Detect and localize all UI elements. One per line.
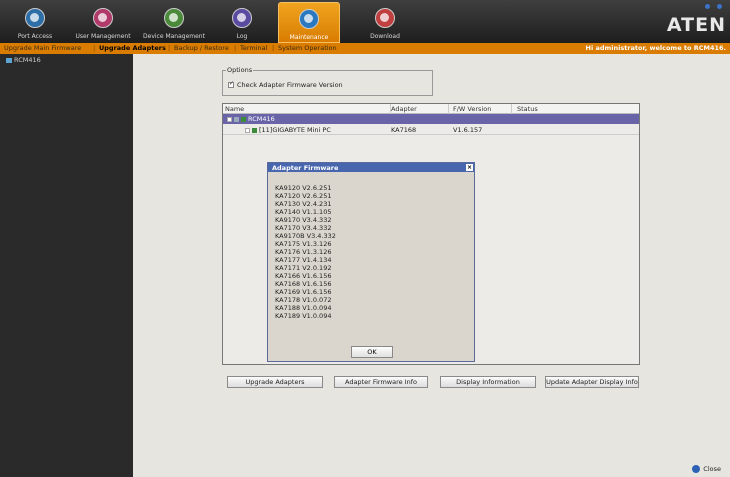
submenu-upgrade-adapters[interactable]: Upgrade Adapters: [99, 44, 166, 52]
dialog-close-icon[interactable]: ×: [466, 164, 473, 171]
nav-label: Download: [370, 33, 400, 40]
nav-log[interactable]: Log: [228, 2, 256, 42]
upgrade-adapters-button[interactable]: Upgrade Adapters: [227, 376, 323, 388]
update-adapter-display-info-button[interactable]: Update Adapter Display Info: [545, 376, 639, 388]
close-icon: [692, 465, 701, 473]
cell-fw-version: V1.6.157: [453, 126, 483, 134]
sidebar: RCM416: [0, 54, 133, 477]
cell-name-text: [11]GIGABYTE Mini PC: [259, 126, 331, 134]
submenu-backup-restore[interactable]: Backup / Restore: [174, 44, 229, 52]
nav-label: User Management: [75, 33, 131, 40]
firmware-item: KA7188 V1.0.094: [275, 304, 332, 312]
submenu-upgrade-main-firmware[interactable]: Upgrade Main Firmware: [4, 44, 81, 52]
window-close-icon[interactable]: [717, 4, 722, 9]
root-row-name: RCM416: [227, 115, 275, 123]
firmware-item: KA7178 V1.0.072: [275, 296, 332, 304]
firmware-item: KA7171 V2.0.192: [275, 264, 332, 272]
checkbox-icon[interactable]: [234, 116, 239, 122]
check-firmware-checkbox[interactable]: Check Adapter Firmware Version: [228, 80, 343, 89]
options-group: Options Check Adapter Firmware Version: [222, 66, 433, 96]
nav-label: Device Management: [143, 33, 205, 40]
device-tree-icon: [6, 57, 12, 63]
column-divider: [448, 104, 449, 114]
nav-label: Port Access: [17, 33, 53, 40]
root-row-label: RCM416: [248, 115, 275, 123]
firmware-item: KA9120 V2.6.251: [275, 184, 332, 192]
welcome-text: Hi administrator, welcome to RCM416.: [585, 44, 726, 52]
firmware-item: KA7166 V1.6.156: [275, 272, 332, 280]
firmware-item: KA7168 V1.6.156: [275, 280, 332, 288]
minimize-icon[interactable]: [705, 4, 710, 9]
dialog-title-bar: Adapter Firmware ×: [268, 163, 474, 172]
ok-button[interactable]: OK: [351, 346, 393, 358]
submenu-separator: |: [93, 44, 96, 52]
firmware-item: KA7176 V1.3.126: [275, 248, 332, 256]
firmware-item: KA9170B V3.4.332: [275, 232, 336, 240]
options-legend: Options: [226, 66, 254, 74]
column-header-status[interactable]: Status: [517, 105, 538, 113]
cell-adapter: KA7168: [391, 126, 417, 134]
sidebar-item-rcm416[interactable]: RCM416: [6, 56, 41, 64]
table-header: Name Adapter F/W Version Status: [223, 104, 639, 114]
device-management-icon: [164, 8, 184, 28]
table-row-root[interactable]: RCM416: [223, 114, 639, 124]
firmware-item: KA9170 V3.4.332: [275, 216, 332, 224]
sidebar-item-label: RCM416: [14, 56, 41, 64]
computer-icon: [252, 127, 257, 133]
device-icon: [241, 116, 246, 122]
firmware-item: KA7177 V1.4.134: [275, 256, 332, 264]
submenu-system-operation[interactable]: System Operation: [278, 44, 337, 52]
submenu-separator: |: [168, 44, 171, 52]
firmware-item: KA7140 V1.1.105: [275, 208, 332, 216]
display-information-button[interactable]: Display Information: [440, 376, 536, 388]
checkbox-label: Check Adapter Firmware Version: [237, 81, 343, 89]
firmware-item: KA7175 V1.3.126: [275, 240, 332, 248]
nav-label: Maintenance: [289, 34, 329, 41]
nav-device-management[interactable]: Device Management: [141, 2, 207, 42]
log-icon: [232, 8, 252, 28]
column-header-adapter[interactable]: Adapter: [391, 105, 417, 113]
table-row[interactable]: [11]GIGABYTE Mini PC KA7168 V1.6.157: [223, 124, 639, 135]
expand-icon[interactable]: [227, 116, 232, 122]
nav-download[interactable]: Download: [364, 2, 406, 42]
nav-user-management[interactable]: User Management: [72, 2, 134, 42]
firmware-item: KA7189 V1.0.094: [275, 312, 332, 320]
adapter-firmware-dialog: Adapter Firmware × KA9120 V2.6.251 KA712…: [267, 162, 475, 362]
adapter-firmware-info-button[interactable]: Adapter Firmware Info: [334, 376, 428, 388]
column-divider: [511, 104, 512, 114]
firmware-item: KA7170 V3.4.332: [275, 224, 332, 232]
nav-maintenance[interactable]: Maintenance: [278, 2, 340, 43]
user-management-icon: [93, 8, 113, 28]
top-nav-bar: Port Access User Management Device Manag…: [0, 0, 730, 43]
firmware-item: KA7130 V2.4.231: [275, 200, 332, 208]
submenu-separator: |: [272, 44, 275, 52]
sub-menu-bar: Upgrade Main Firmware | Upgrade Adapters…: [0, 43, 730, 54]
checkbox-box[interactable]: [228, 80, 234, 88]
firmware-list: KA9120 V2.6.251 KA7120 V2.6.251 KA7130 V…: [275, 184, 336, 320]
column-header-name[interactable]: Name: [225, 105, 244, 113]
aten-logo: ATEN: [666, 14, 726, 36]
column-header-fw-version[interactable]: F/W Version: [453, 105, 491, 113]
nav-port-access[interactable]: Port Access: [12, 2, 58, 42]
submenu-terminal[interactable]: Terminal: [240, 44, 267, 52]
cell-name: [11]GIGABYTE Mini PC: [245, 126, 331, 134]
port-access-icon: [25, 8, 45, 28]
close-label: Close: [703, 465, 721, 473]
row-checkbox[interactable]: [245, 127, 250, 133]
download-icon: [375, 8, 395, 28]
close-button[interactable]: Close: [692, 465, 721, 473]
firmware-item: KA7120 V2.6.251: [275, 192, 332, 200]
maintenance-icon: [299, 9, 319, 29]
submenu-separator: |: [234, 44, 237, 52]
firmware-item: KA7169 V1.6.156: [275, 288, 332, 296]
dialog-title: Adapter Firmware: [272, 164, 339, 172]
nav-label: Log: [236, 33, 248, 40]
